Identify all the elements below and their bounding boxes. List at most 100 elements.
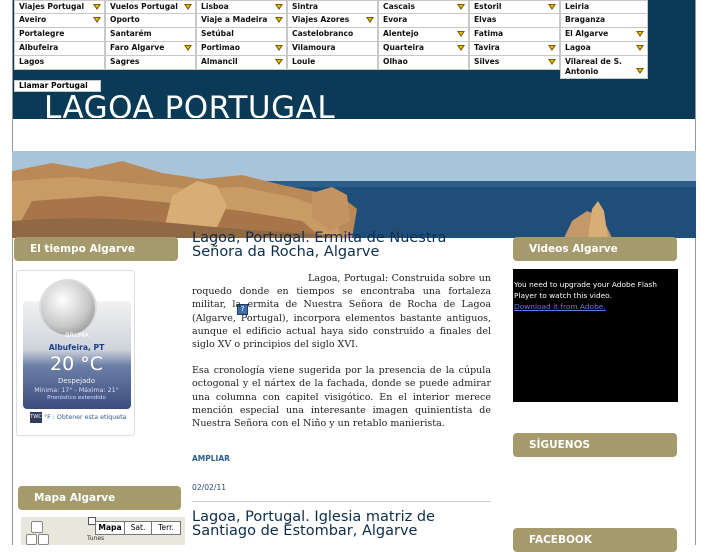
nav-item-label: Olhao <box>383 57 408 66</box>
nav-item-label: Lagoa <box>565 43 591 52</box>
map-heading-label: Mapa Algarve <box>34 492 116 504</box>
nav-item-label: Quarteira <box>383 43 424 52</box>
post-title-2[interactable]: Lagoa, Portugal. Iglesia matriz de Santi… <box>192 509 482 539</box>
map-widget[interactable]: Mapa Sat. Terr. Tunes <box>21 517 185 545</box>
dropdown-arrow-icon[interactable] <box>366 17 374 23</box>
nav-item-el-algarve[interactable]: El Algarve <box>560 27 648 42</box>
dropdown-arrow-icon[interactable] <box>275 59 283 65</box>
nav-item-almancil[interactable]: Almancil <box>196 55 287 70</box>
nav-item-portalegre[interactable]: Portalegre <box>14 27 105 42</box>
nav-item-santar-m[interactable]: Santarém <box>105 27 196 42</box>
dropdown-arrow-icon[interactable] <box>548 45 556 51</box>
nav-item-castelobranco[interactable]: Castelobranco <box>287 27 378 42</box>
nav-item-viaje-a-madeira[interactable]: Viaje a Madeira <box>196 13 287 28</box>
nav-item-label: Estoril <box>474 2 502 11</box>
post-title[interactable]: Lagoa, Portugal. Ermita de Nuestra Señor… <box>192 230 454 260</box>
nav-item-silves[interactable]: Silves <box>469 55 560 70</box>
sidebar-heading-facebook: FACEBOOK <box>513 528 677 552</box>
dropdown-arrow-icon[interactable] <box>275 17 283 23</box>
map-type-satellite-button[interactable]: Sat. <box>124 521 152 535</box>
nav-item-label: Oporto <box>110 15 140 24</box>
nav-item-elvas[interactable]: Elvas <box>469 13 560 28</box>
map-type-map-button[interactable]: Mapa <box>95 521 125 535</box>
map-pan-up-icon[interactable] <box>31 521 43 533</box>
nav-item-label: Leiria <box>565 2 590 11</box>
nav-item-label: Sagres <box>110 57 140 66</box>
nav-item-quarteira[interactable]: Quarteira <box>378 41 469 56</box>
weather-minmax: Mínima: 17° - Máxima: 21° <box>34 387 119 394</box>
dropdown-arrow-icon[interactable] <box>457 31 465 37</box>
nav-item-olhao[interactable]: Olhao <box>378 55 469 70</box>
nav-item-estoril[interactable]: Estoril <box>469 0 560 14</box>
post-body: Lagoa, Portugal: Construida sobre un roq… <box>192 272 491 430</box>
nav-item-sintra[interactable]: Sintra <box>287 0 378 14</box>
dropdown-arrow-icon[interactable] <box>548 59 556 65</box>
sidebar-heading-weather: El tiempo Algarve <box>14 237 178 261</box>
nav-item-label: Almancil <box>201 57 238 66</box>
post-paragraph-2: Esa cronología viene sugerida por la pre… <box>192 365 491 430</box>
dropdown-arrow-icon[interactable] <box>184 4 192 10</box>
dropdown-arrow-icon[interactable] <box>636 68 644 74</box>
weather-units-link[interactable]: °F : Obtener esta etiqueta <box>44 412 126 423</box>
nav-item-label: Viaje a Madeira <box>201 15 268 24</box>
nav-item-set-bal[interactable]: Setúbal <box>196 27 287 42</box>
dropdown-arrow-icon[interactable] <box>184 45 192 51</box>
nav-item-label: Viajes Portugal <box>19 2 85 11</box>
read-more-link[interactable]: AMPLIAR <box>192 454 230 463</box>
nav-item-sagres[interactable]: Sagres <box>105 55 196 70</box>
nav-item-aveiro[interactable]: Aveiro <box>14 13 105 28</box>
dropdown-arrow-icon[interactable] <box>93 17 101 23</box>
nav-item-label: Elvas <box>474 15 497 24</box>
map-pan-right-icon[interactable] <box>38 534 49 545</box>
weather-widget[interactable]: BRUMA Albufeira, PT 20 °C Despejado Míni… <box>16 270 135 436</box>
nav-item-tavira[interactable]: Tavira <box>469 41 560 56</box>
flash-download-link[interactable]: Download it from Adobe. <box>514 302 606 311</box>
dropdown-arrow-icon[interactable] <box>636 45 644 51</box>
nav-item-vuelos-portugal[interactable]: Vuelos Portugal <box>105 0 196 14</box>
video-player[interactable]: You need to upgrade your Adobe Flash Pla… <box>513 269 678 402</box>
nav-item-oporto[interactable]: Oporto <box>105 13 196 28</box>
nav-item-label: Fatima <box>474 29 504 38</box>
dropdown-arrow-icon[interactable] <box>275 4 283 10</box>
nav-item-braganza[interactable]: Braganza <box>560 13 648 28</box>
coast-landscape-image <box>12 151 696 238</box>
nav-item-portimao[interactable]: Portimao <box>196 41 287 56</box>
nav-item-viajes-azores[interactable]: Viajes Azores <box>287 13 378 28</box>
nav-item-label: Silves <box>474 57 500 66</box>
nav-item-label: Loule <box>292 57 316 66</box>
map-type-terrain-button[interactable]: Terr. <box>151 521 181 535</box>
post-title-2-text[interactable]: Lagoa, Portugal. Iglesia matriz de Santi… <box>192 509 435 539</box>
site-title: LAGOA PORTUGAL <box>44 90 336 118</box>
map-pan-left-icon[interactable] <box>26 534 37 545</box>
nav-item-evora[interactable]: Evora <box>378 13 469 28</box>
dropdown-arrow-icon[interactable] <box>275 45 283 51</box>
nav-item-label: Vuelos Portugal <box>110 2 178 11</box>
nav-item-lagos[interactable]: Lagos <box>14 55 105 70</box>
nav-item-cascais[interactable]: Cascais <box>378 0 469 14</box>
nav-item-lagoa[interactable]: Lagoa <box>560 41 648 56</box>
dropdown-arrow-icon[interactable] <box>457 45 465 51</box>
nav-item-vilamoura[interactable]: Vilamoura <box>287 41 378 56</box>
nav-item-albufeira[interactable]: Albufeira <box>14 41 105 56</box>
dropdown-arrow-icon[interactable] <box>548 4 556 10</box>
dropdown-arrow-icon[interactable] <box>93 4 101 10</box>
nav-item-label: Lisboa <box>201 2 229 11</box>
nav-item-fatima[interactable]: Fatima <box>469 27 560 42</box>
sidebar-heading-videos: Videos Algarve <box>513 237 677 261</box>
post-title-text[interactable]: Lagoa, Portugal. Ermita de Nuestra Señor… <box>192 230 446 260</box>
nav-item-leiria[interactable]: Leiria <box>560 0 648 14</box>
nav-item-faro-algarve[interactable]: Faro Algarve <box>105 41 196 56</box>
nav-item-vilareal-de-s-antonio[interactable]: Vilareal de S. Antonio <box>560 55 648 79</box>
weather-forecast-link[interactable]: Pronóstico extendido <box>17 395 136 401</box>
nav-item-lisboa[interactable]: Lisboa <box>196 0 287 14</box>
dropdown-arrow-icon[interactable] <box>457 4 465 10</box>
nav-item-viajes-portugal[interactable]: Viajes Portugal <box>14 0 105 14</box>
weather-temperature: 20 °C <box>50 353 103 375</box>
nav-item-label: Sintra <box>292 2 318 11</box>
nav-item-label: Santarém <box>110 29 152 38</box>
flash-upgrade-message: You need to upgrade your Adobe Flash Pla… <box>514 280 657 300</box>
nav-item-label: Aveiro <box>19 15 47 24</box>
nav-item-alentejo[interactable]: Alentejo <box>378 27 469 42</box>
dropdown-arrow-icon[interactable] <box>636 31 644 37</box>
nav-item-loule[interactable]: Loule <box>287 55 378 70</box>
